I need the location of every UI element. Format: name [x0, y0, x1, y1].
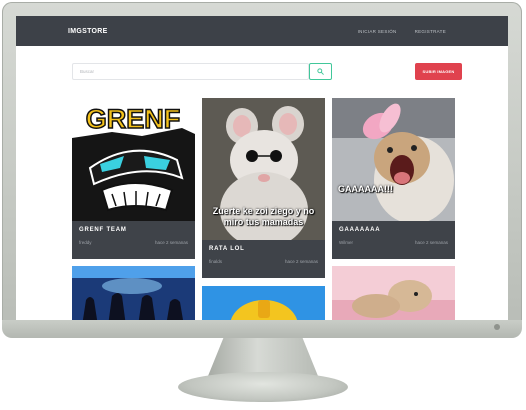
- card-user[interactable]: finalds: [209, 259, 222, 264]
- card-user[interactable]: Wilmer: [339, 240, 353, 245]
- card-image: Zuerte ke zoi ziego y no miro tus mamada…: [202, 98, 325, 240]
- grenf-logo-image: GRENF: [72, 98, 195, 221]
- card-title: GAAAAAAA: [339, 227, 381, 233]
- card-info: GAAAAAAA Wilmer hace 2 semanas: [332, 221, 455, 253]
- card-time: hace 2 semanas: [414, 240, 448, 245]
- card-title: RATA LOL: [209, 246, 245, 252]
- card-info: RATA LOL finalds hace 2 semanas: [202, 240, 325, 272]
- power-indicator: [494, 324, 500, 330]
- nav-links: INICIAR SESIÓN REGISTRATE: [358, 29, 446, 34]
- meme-caption: Zuerte ke zoi ziego y no miro tus mamada…: [212, 206, 315, 227]
- search-icon: [317, 68, 324, 75]
- card-time: hace 2 semanas: [284, 259, 318, 264]
- navbar: IMGSTORE INICIAR SESIÓN REGISTRATE: [16, 16, 508, 46]
- image-card[interactable]: [202, 286, 325, 320]
- register-link[interactable]: REGISTRATE: [415, 29, 446, 34]
- card-image: GAAAAAA!!!: [332, 98, 455, 221]
- monitor-neck: [208, 338, 318, 376]
- login-link[interactable]: INICIAR SESIÓN: [358, 29, 397, 34]
- concert-photo-image: [72, 266, 195, 320]
- image-card[interactable]: [332, 266, 455, 320]
- monitor-base: [178, 372, 348, 402]
- card-image: GRENF: [72, 98, 195, 221]
- svg-text:GRENF: GRENF: [86, 104, 181, 134]
- image-card[interactable]: Zuerte ke zoi ziego y no miro tus mamada…: [202, 98, 325, 278]
- card-time: hace 2 semanas: [154, 240, 188, 245]
- monitor-chin: [2, 320, 522, 338]
- image-card[interactable]: GRENF GRENF TEAM freddy hace 2 semanas: [72, 98, 195, 259]
- cat-photo-image: [332, 266, 455, 320]
- image-card[interactable]: GAAAAAA!!! GAAAAAAA Wilmer hace 2 semana…: [332, 98, 455, 259]
- screen: IMGSTORE INICIAR SESIÓN REGISTRATE SUBIR…: [16, 16, 508, 320]
- search-button[interactable]: [309, 63, 332, 80]
- search-input[interactable]: [72, 63, 309, 80]
- image-card[interactable]: [72, 266, 195, 320]
- search-row: SUBIR IMAGEN: [72, 63, 462, 80]
- upload-image-button[interactable]: SUBIR IMAGEN: [415, 63, 462, 80]
- card-title: GRENF TEAM: [79, 227, 127, 233]
- brand-logo[interactable]: IMGSTORE: [68, 28, 108, 35]
- card-user[interactable]: freddy: [79, 240, 92, 245]
- card-info: GRENF TEAM freddy hace 2 semanas: [72, 221, 195, 253]
- coin-image: [202, 286, 325, 320]
- screaming-cat-image: [332, 98, 455, 221]
- meme-caption: GAAAAAA!!!: [338, 184, 393, 194]
